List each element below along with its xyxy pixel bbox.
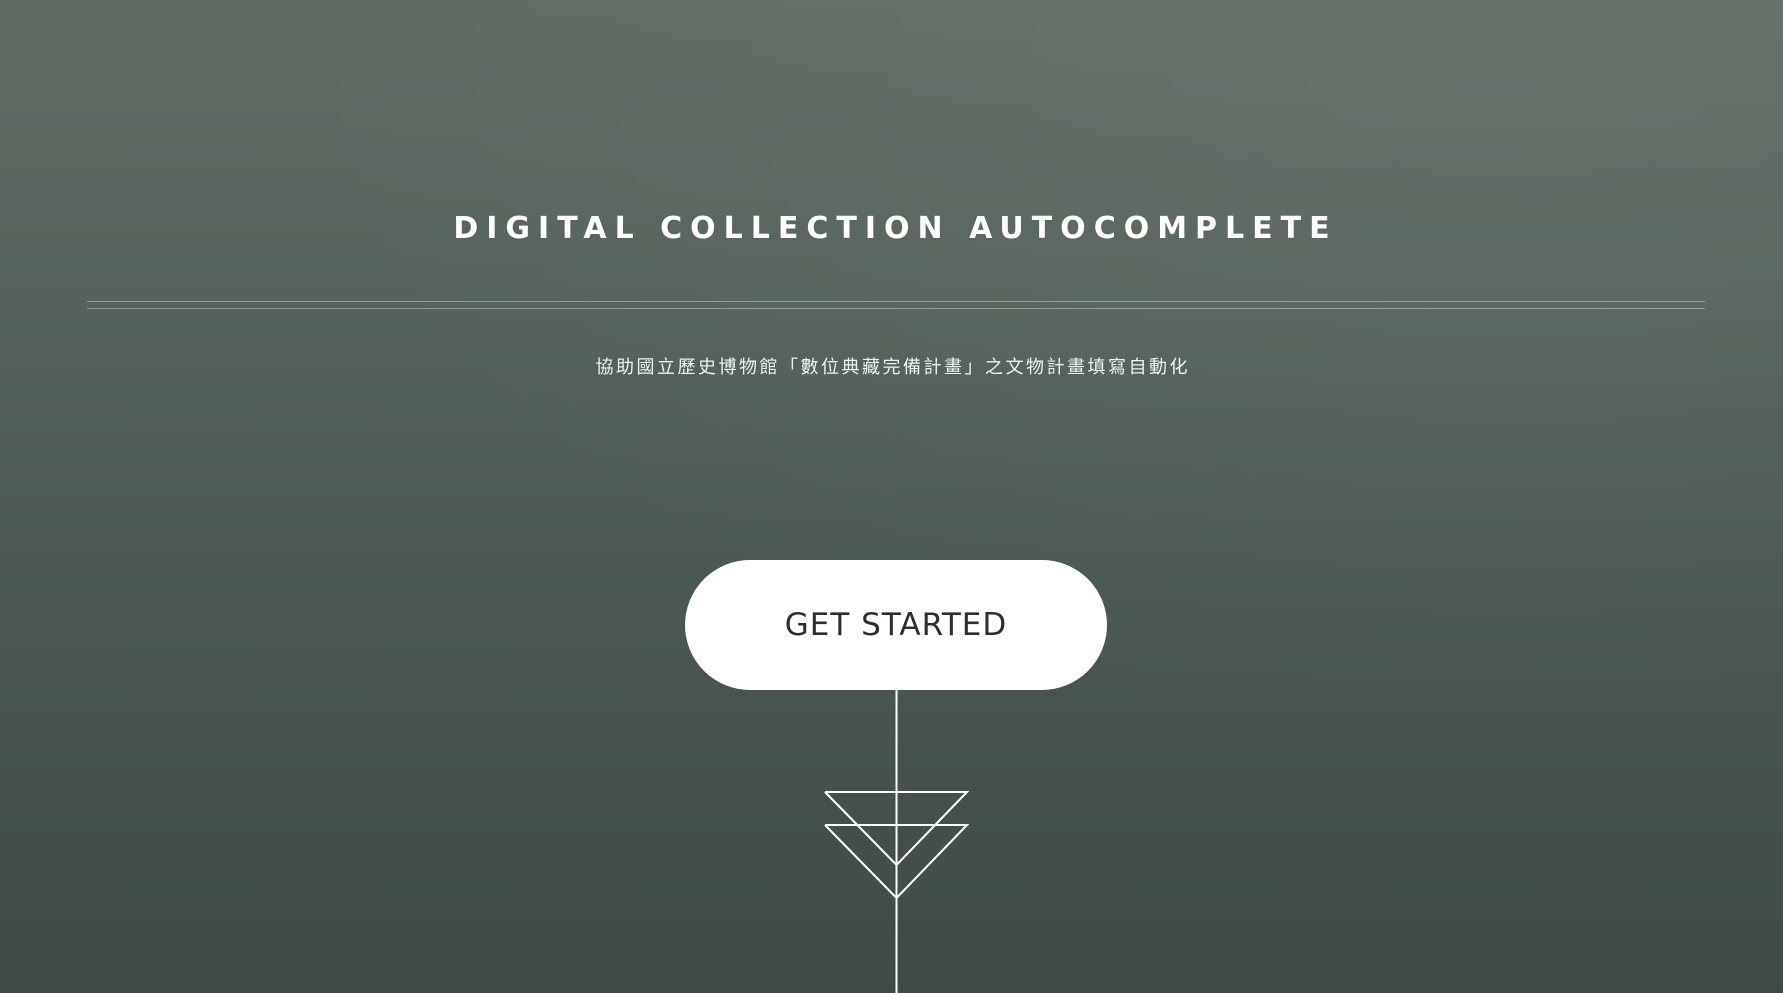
hero-section: DIGITAL COLLECTION AUTOCOMPLETE 協助國立歷史博物… <box>0 0 1783 993</box>
page-title: DIGITAL COLLECTION AUTOCOMPLETE <box>453 211 1338 246</box>
get-started-label: GET STARTED <box>784 607 1008 643</box>
hero-background <box>0 0 1783 993</box>
title-divider-top <box>87 301 1705 302</box>
title-divider-bottom <box>87 308 1705 309</box>
page-subtitle: 協助國立歷史博物館「數位典藏完備計畫」之文物計畫填寫自動化 <box>595 357 1190 378</box>
get-started-button[interactable]: GET STARTED <box>685 560 1107 690</box>
